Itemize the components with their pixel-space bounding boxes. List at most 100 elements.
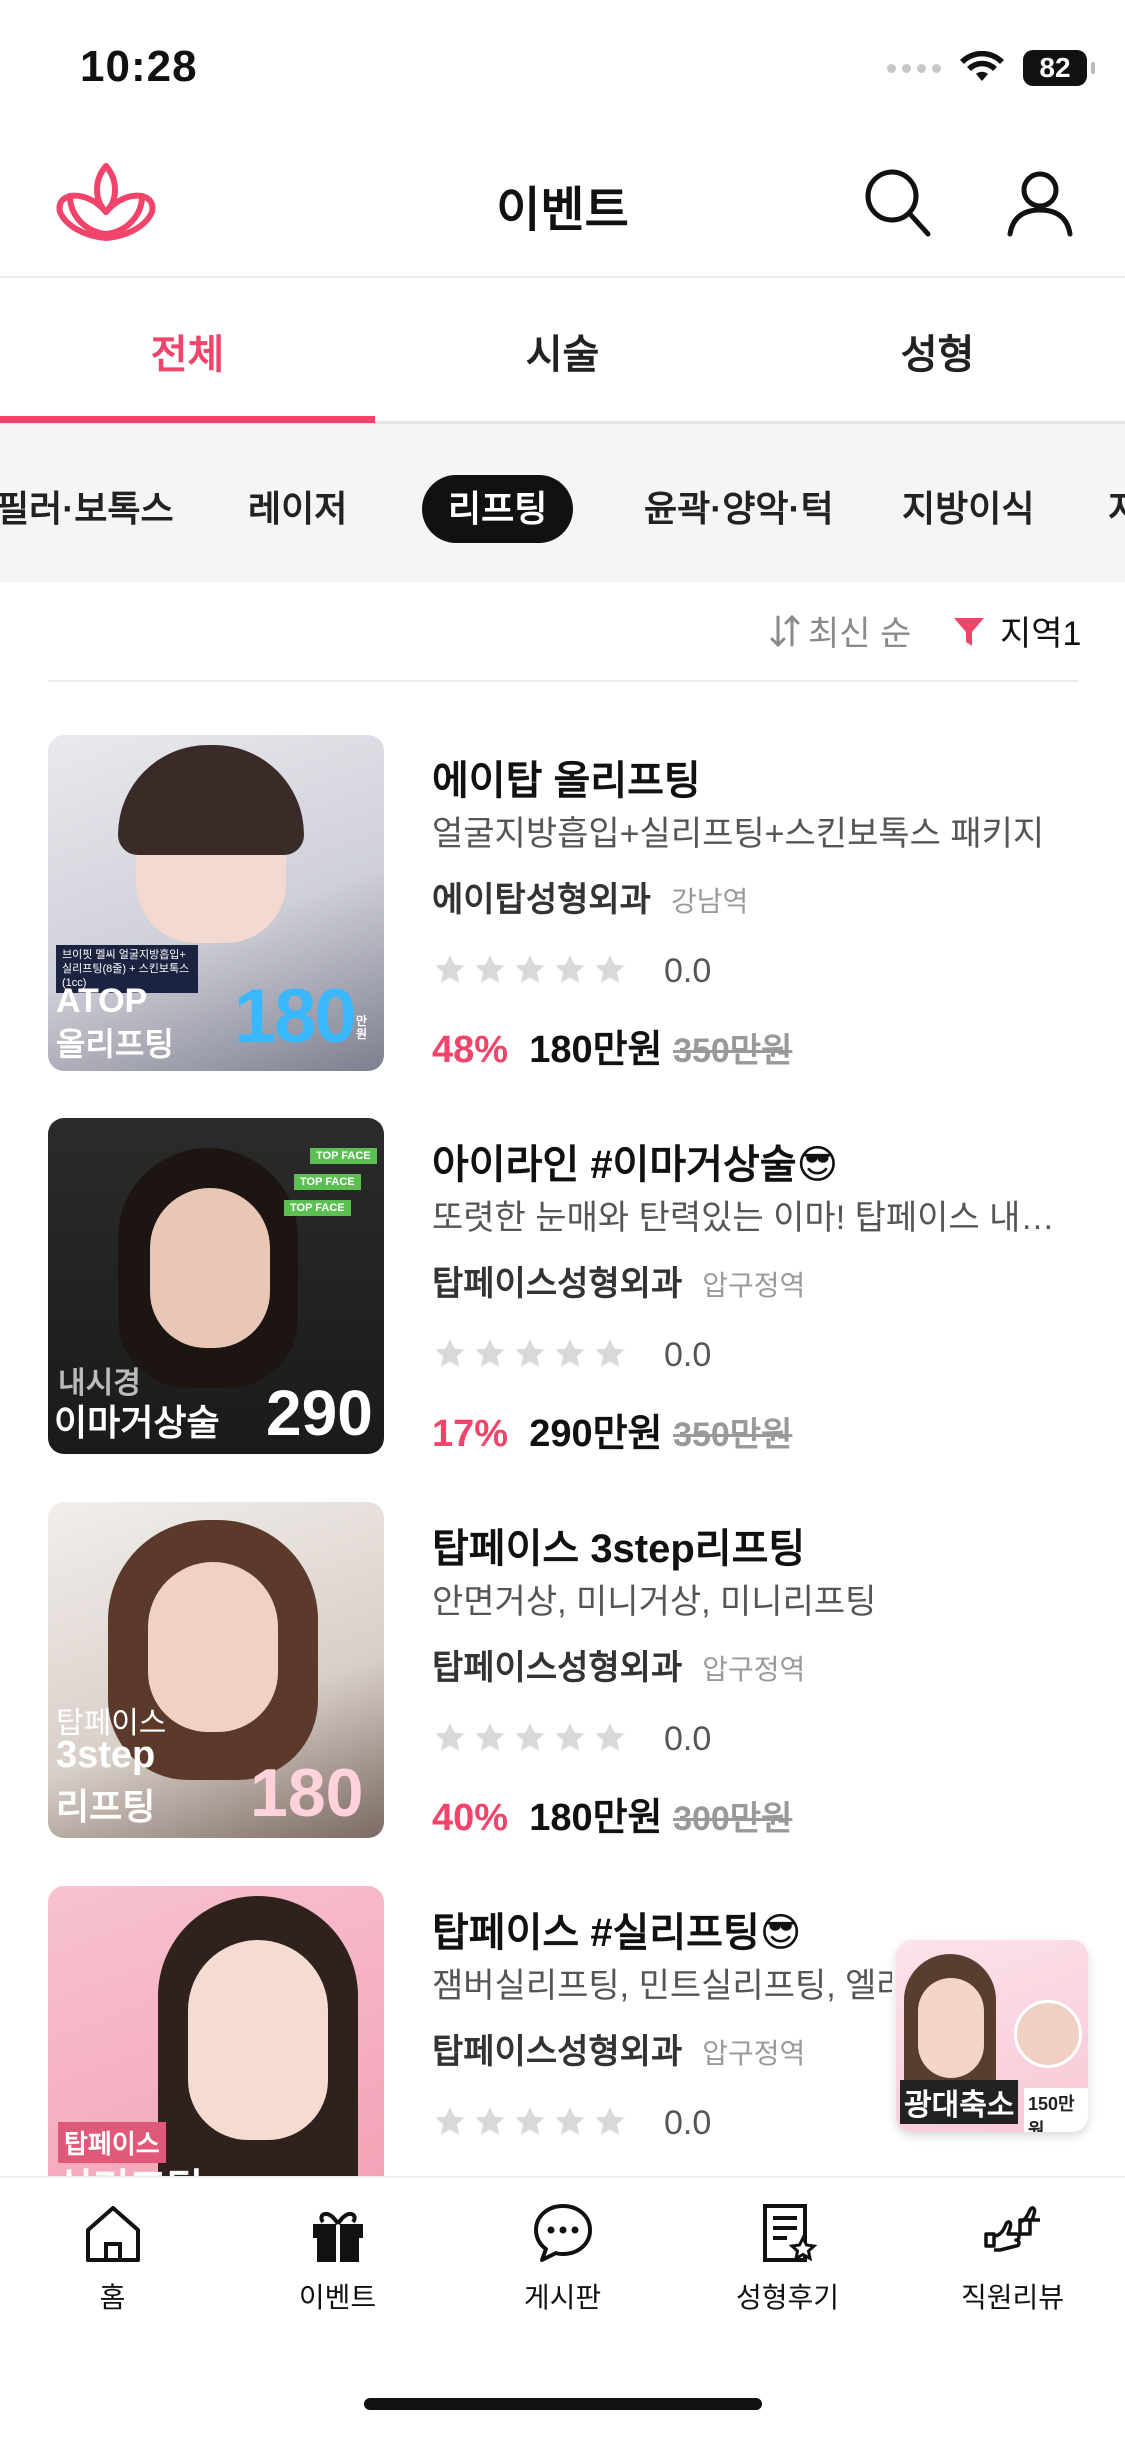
star-icon <box>555 1339 585 1367</box>
tab-surgery[interactable]: 성형 <box>750 322 1125 380</box>
nav-staff-review[interactable]: 직원리뷰 <box>900 2200 1125 2316</box>
star-icon <box>435 2107 465 2135</box>
chip-lifting[interactable]: 리프팅 <box>422 475 574 543</box>
event-clinic[interactable]: 탑페이스성형외과 압구정역 <box>432 2024 805 2073</box>
wifi-icon <box>960 51 1004 81</box>
original-price: 350만원 <box>673 1032 793 1070</box>
original-price: 350만원 <box>673 1416 793 1454</box>
sort-label: 최신 순 <box>808 615 912 653</box>
chat-bubble-icon <box>533 2204 592 2262</box>
star-icon <box>555 2107 585 2135</box>
nav-event[interactable]: 이벤트 <box>225 2200 450 2316</box>
floating-promo-banner[interactable]: 광대축소 150만원 <box>896 1940 1088 2132</box>
event-description: 또렷한 눈매와 탄력있는 이마! 탑페이스 내시경 이마거상술 <box>432 1199 1072 1237</box>
star-icon <box>555 955 585 983</box>
clinic-name: 탑페이스성형외과 <box>432 1265 683 1303</box>
star-icon <box>475 1339 505 1367</box>
star-icon <box>595 955 625 983</box>
page-title: 이벤트 <box>496 184 629 237</box>
sort-button[interactable]: 최신 순 <box>768 606 911 655</box>
region-filter-button[interactable]: 지역1 <box>952 606 1081 655</box>
nav-home[interactable]: 홈 <box>0 2200 225 2316</box>
event-thumbnail[interactable]: 탑페이스 3step 리프팅 180 <box>48 1502 384 1838</box>
discount-rate: 40% <box>432 1797 509 1839</box>
clinic-station: 압구정역 <box>702 2038 806 2069</box>
star-icon <box>515 2107 545 2135</box>
search-icon[interactable] <box>862 166 932 238</box>
event-clinic[interactable]: 에이탑성형외과 강남역 <box>432 872 748 921</box>
header-divider <box>0 276 1125 278</box>
event-thumbnail[interactable]: TOP FACE TOP FACE TOP FACE 내시경 이마거상술 290 <box>48 1118 384 1454</box>
sort-divider <box>48 680 1078 682</box>
banner-price: 150만원 <box>1024 2088 1088 2132</box>
star-icon <box>475 1723 505 1751</box>
tab-procedure[interactable]: 시술 <box>375 322 750 380</box>
event-thumbnail[interactable]: 탑페이스 실리프팅 <box>48 1886 384 2176</box>
nav-label: 게시판 <box>523 2282 602 2313</box>
clinic-station: 압구정역 <box>702 1270 806 1301</box>
chip-filler-botox[interactable]: 필러·보톡스 <box>0 475 174 543</box>
event-clinic[interactable]: 탑페이스성형외과 압구정역 <box>432 1640 805 1689</box>
nav-board[interactable]: 게시판 <box>450 2200 675 2316</box>
thumb-line2: 3step <box>56 1734 156 1776</box>
rating-value: 0.0 <box>664 2104 712 2142</box>
star-rating <box>432 2104 628 2140</box>
clinic-name: 탑페이스성형외과 <box>432 1649 683 1687</box>
discount-rate: 48% <box>432 1029 509 1071</box>
thumb-line3: 리프팅 <box>56 1786 156 1827</box>
home-indicator <box>364 2398 762 2410</box>
thumb-line2: 이마거상술 <box>54 1402 220 1443</box>
chip-fat-graft[interactable]: 지방이식 <box>902 475 1034 543</box>
nav-review[interactable]: 성형후기 <box>675 2200 900 2316</box>
thumbs-icon <box>983 2206 1040 2252</box>
home-icon <box>85 2206 140 2262</box>
event-title[interactable]: 탑페이스 #실리프팅😎 <box>432 1900 801 1958</box>
star-icon <box>555 1723 585 1751</box>
star-rating <box>432 1720 628 1756</box>
status-icons: 82 <box>887 48 1095 88</box>
gift-icon <box>312 2212 363 2262</box>
cellular-icon <box>887 63 941 73</box>
clinic-name: 탑페이스성형외과 <box>432 2033 683 2071</box>
star-icon <box>595 2107 625 2135</box>
status-time: 10:28 <box>80 42 198 91</box>
event-title[interactable]: 탑페이스 3step리프팅 <box>432 1516 805 1574</box>
original-price: 300만원 <box>673 1800 793 1838</box>
nav-label: 직원리뷰 <box>960 2282 1065 2313</box>
thumb-unit: 만원 <box>356 1014 368 1041</box>
star-icon <box>475 955 505 983</box>
star-icon <box>435 955 465 983</box>
star-icon <box>515 1723 545 1751</box>
thumb-price: 180 <box>234 974 357 1059</box>
thumb-badge: TOP FACE <box>284 1200 351 1216</box>
thumb-badge: TOP FACE <box>294 1174 361 1190</box>
chip-laser[interactable]: 레이저 <box>248 475 347 543</box>
price-row: 17% 290만원 350만원 <box>432 1402 792 1457</box>
sale-price: 180만원 <box>529 1797 663 1839</box>
chip-more[interactable]: 지 <box>1108 475 1125 543</box>
tab-active-indicator <box>0 416 375 423</box>
event-title[interactable]: 아이라인 #이마거상술😎 <box>432 1132 838 1190</box>
nav-label: 이벤트 <box>298 2282 377 2313</box>
event-description: 얼굴지방흡입+실리프팅+스킨보톡스 패키지 <box>432 815 1045 853</box>
star-icon <box>435 1339 465 1367</box>
event-title[interactable]: 에이탑 올리프팅 <box>432 748 701 806</box>
sale-price: 180만원 <box>529 1029 663 1071</box>
clinic-station: 압구정역 <box>702 1654 806 1685</box>
star-icon <box>515 1339 545 1367</box>
review-document-icon <box>762 2204 817 2262</box>
clinic-station: 강남역 <box>670 886 749 917</box>
event-clinic[interactable]: 탑페이스성형외과 압구정역 <box>432 1256 805 1305</box>
region-label: 지역1 <box>1000 615 1082 653</box>
chip-contour[interactable]: 윤곽·양악·턱 <box>644 475 834 543</box>
tab-all[interactable]: 전체 <box>0 322 375 380</box>
star-rating <box>432 1336 628 1372</box>
event-thumbnail[interactable]: 브이핏 멜씨 얼굴지방흡입+ 실리프팅(8줄) + 스킨보톡스(1cc) ATO… <box>48 735 384 1071</box>
battery-indicator: 82 <box>1023 50 1095 86</box>
star-icon <box>595 1723 625 1751</box>
user-profile-icon[interactable] <box>1005 168 1075 238</box>
filter-icon <box>954 617 984 646</box>
rating-value: 0.0 <box>664 1720 712 1758</box>
banner-title: 광대축소 <box>900 2080 1019 2124</box>
star-icon <box>595 1339 625 1367</box>
